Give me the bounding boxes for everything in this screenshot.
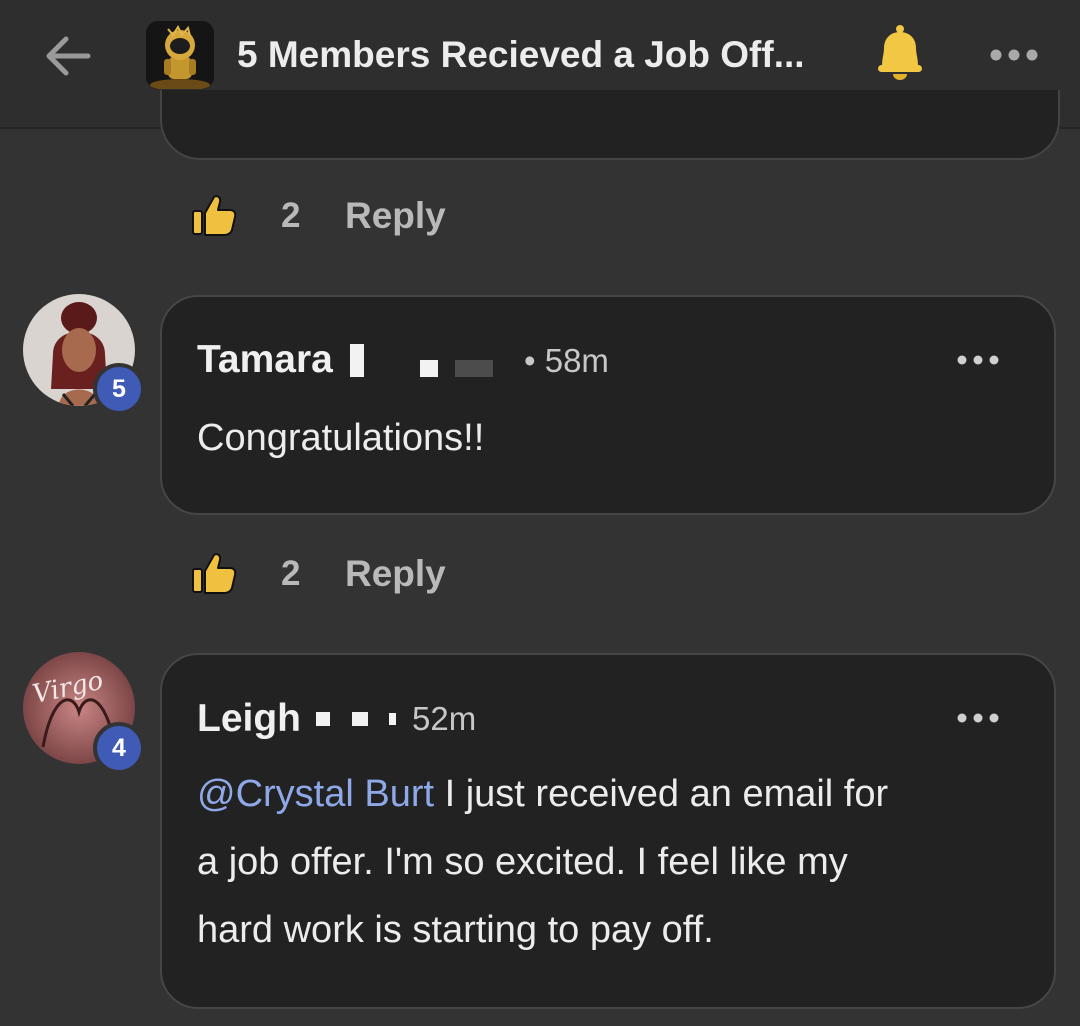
page-title: 5 Members Recieved a Job Off... xyxy=(237,34,805,75)
astronaut-image xyxy=(146,21,214,89)
comment-options-button[interactable] xyxy=(955,350,1001,370)
back-button[interactable] xyxy=(38,26,98,86)
arrow-left-icon xyxy=(46,36,91,76)
comment-text: Congratulations!! xyxy=(197,417,485,459)
like-count: 2 xyxy=(281,554,301,593)
redacted-name xyxy=(420,360,438,377)
comment-options-button[interactable] xyxy=(955,708,1001,728)
comment-text: a job offer. I'm so excited. I feel like… xyxy=(197,841,848,883)
more-horizontal-icon xyxy=(990,49,1038,61)
redacted-name xyxy=(352,712,368,726)
reply-button[interactable]: Reply xyxy=(345,195,446,237)
mention-link[interactable]: @Crystal Burt xyxy=(197,773,434,815)
like-button[interactable] xyxy=(190,550,238,598)
like-count: 2 xyxy=(281,196,301,235)
bell-icon xyxy=(878,25,922,80)
comment-timestamp: • 58m xyxy=(524,342,609,379)
comment-author[interactable]: Leigh xyxy=(197,697,301,741)
comment-text: I just received an email for xyxy=(434,773,889,815)
more-options-button[interactable] xyxy=(986,40,1042,70)
redacted-name xyxy=(455,360,493,377)
level-badge: 4 xyxy=(93,722,145,774)
reply-button[interactable]: Reply xyxy=(345,553,446,595)
thumbs-up-icon xyxy=(192,553,237,594)
comment-text: hard work is starting to pay off. xyxy=(197,909,714,951)
level-badge: 5 xyxy=(93,363,145,415)
more-horizontal-icon xyxy=(957,713,999,723)
comment-timestamp: 52m xyxy=(412,700,477,737)
previous-comment-bubble xyxy=(160,90,1060,160)
redacted-name xyxy=(345,344,367,377)
comment-author[interactable]: Tamara xyxy=(197,338,333,382)
like-button[interactable] xyxy=(190,192,238,240)
group-thumbnail[interactable] xyxy=(146,21,214,89)
more-horizontal-icon xyxy=(957,355,999,365)
notifications-button[interactable] xyxy=(872,22,928,86)
redacted-name xyxy=(389,713,396,725)
thumbs-up-icon xyxy=(192,195,237,236)
redacted-name xyxy=(316,712,330,726)
comment-text-line: @Crystal Burt I just received an email f… xyxy=(197,760,888,828)
